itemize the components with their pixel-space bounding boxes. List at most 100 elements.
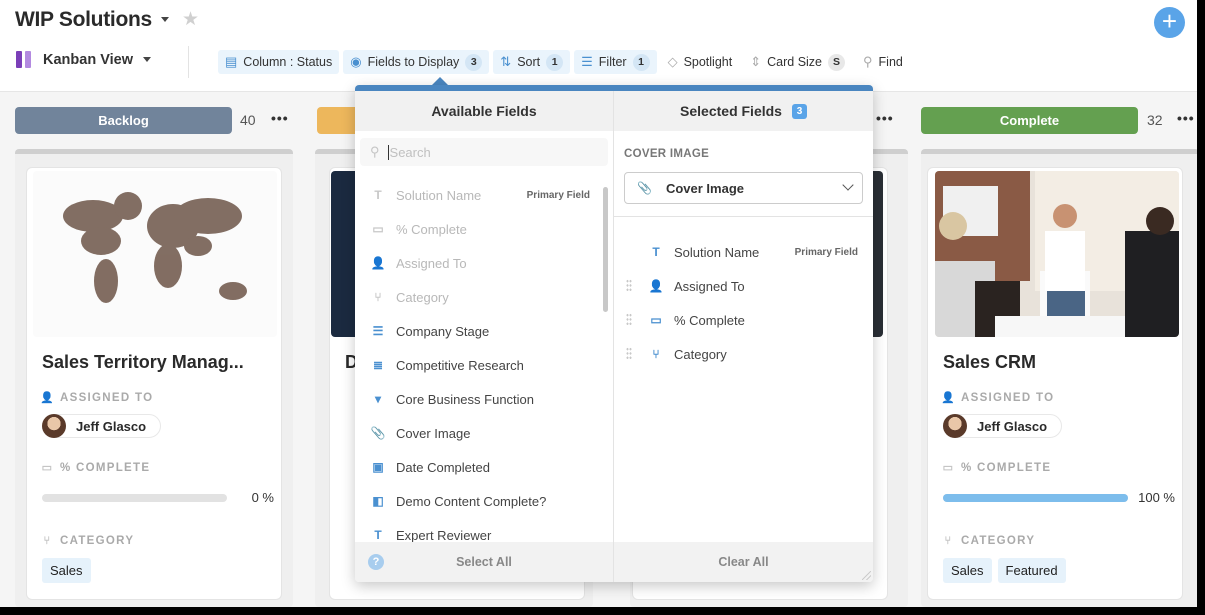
available-field-item[interactable]: ▣ Date Completed	[355, 450, 605, 484]
progress-icon: ▭	[41, 462, 54, 474]
filter-button[interactable]: ☰ Filter 1	[574, 50, 657, 74]
scrollbar[interactable]	[603, 187, 608, 312]
clear-all-label: Clear All	[718, 555, 769, 569]
category-field-icon: ⑂	[374, 290, 382, 304]
category-tag: Sales	[943, 558, 992, 583]
text-field-icon: T	[374, 188, 382, 202]
user-name: Jeff Glasco	[76, 418, 147, 434]
card-size-icon: ⇕	[750, 54, 762, 69]
progress-value: 100 %	[1138, 490, 1175, 505]
drag-handle-icon[interactable]	[626, 313, 632, 326]
view-switcher[interactable]: Kanban View	[16, 51, 151, 68]
progress-bar	[943, 494, 1128, 502]
card-size-button[interactable]: ⇕ Card Size S	[743, 50, 852, 74]
selected-field-item[interactable]: 👤 Assigned To	[614, 269, 873, 303]
selected-field-item[interactable]: ⑂ Category	[614, 337, 873, 371]
assigned-to-label: 👤 ASSIGNED TO	[941, 391, 1055, 405]
favorite-star-icon[interactable]: ★	[182, 8, 199, 31]
category-tag: Featured	[997, 558, 1066, 583]
user-icon: 👤	[40, 392, 55, 404]
available-field-item[interactable]: 📎 Cover Image	[355, 416, 605, 450]
category-field-icon: ⑂	[652, 347, 660, 361]
available-field-item[interactable]: ▾ Core Business Function	[355, 382, 605, 416]
field-label: Assigned To	[674, 278, 745, 294]
card-title: Sales CRM	[943, 352, 1037, 372]
available-field-item: ▭ % Complete	[355, 212, 605, 246]
progress-value: 0 %	[251, 490, 274, 505]
filter-count-badge: 1	[632, 53, 650, 71]
selected-count-badge: 3	[791, 103, 807, 119]
column-complete: Complete 32 ••• Sales CRM 👤 ASSIGNED TO …	[921, 92, 1197, 607]
card-size-label: Card Size	[767, 55, 823, 69]
column-more-icon[interactable]: •••	[271, 110, 289, 126]
field-search[interactable]: ⚲	[360, 138, 608, 166]
user-chip[interactable]: Jeff Glasco	[943, 414, 1063, 438]
select-all-button[interactable]: ? Select All	[355, 542, 613, 582]
assigned-label-text: ASSIGNED TO	[60, 391, 154, 404]
field-label: Company Stage	[396, 323, 490, 339]
search-icon: ⚲	[863, 54, 873, 69]
page-title[interactable]: WIP Solutions	[15, 8, 152, 32]
fields-to-display-popup: Available Fields ⚲ T Solution Name Primary…	[355, 85, 873, 582]
user-chip[interactable]: Jeff Glasco	[42, 414, 162, 438]
clear-all-button[interactable]: Clear All	[614, 542, 873, 582]
card-cover-image	[33, 171, 277, 337]
selected-fields-title: Selected Fields 3	[614, 91, 873, 131]
field-search-input[interactable]	[387, 144, 588, 160]
field-label: Assigned To	[396, 255, 467, 271]
category-label-text: CATEGORY	[961, 535, 1036, 547]
app-window: WIP Solutions ★ + Kanban View ▤ Column :…	[0, 0, 1197, 607]
spotlight-button[interactable]: ◇ Spotlight	[661, 50, 740, 74]
text-field-icon: T	[374, 528, 382, 542]
eye-icon: ◉	[350, 54, 362, 69]
fields-label: Fields to Display	[367, 55, 460, 69]
column-header[interactable]: Complete	[921, 107, 1138, 134]
add-record-button[interactable]: +	[1154, 7, 1185, 38]
user-field-icon: 👤	[370, 256, 386, 270]
column-count: 40	[240, 112, 256, 128]
column-status-button[interactable]: ▤ Column : Status	[218, 50, 340, 74]
selected-fields-pane: Selected Fields 3 COVER IMAGE 📎 Cover Im…	[614, 91, 873, 582]
field-label: Category	[674, 346, 727, 362]
kanban-card[interactable]: Sales CRM 👤 ASSIGNED TO Jeff Glasco ▭ % …	[927, 167, 1183, 600]
progress-icon: ▭	[942, 462, 955, 474]
fields-to-display-button[interactable]: ◉ Fields to Display 3	[343, 50, 490, 74]
category-icon: ⑂	[944, 535, 953, 547]
help-icon[interactable]: ?	[368, 554, 384, 570]
field-label: Category	[396, 289, 449, 305]
assigned-label-text: ASSIGNED TO	[961, 391, 1055, 404]
available-field-item: ⑂ Category	[355, 280, 605, 314]
column-header[interactable]: Backlog	[15, 107, 232, 134]
chevron-down-icon	[842, 179, 854, 191]
selected-field-item[interactable]: ▭ % Complete	[614, 303, 873, 337]
available-field-item[interactable]: ◧ Demo Content Complete?	[355, 484, 605, 518]
category-tags: Sales Featured	[943, 558, 1066, 583]
drag-handle-icon[interactable]	[626, 347, 632, 360]
selected-field-item[interactable]: T Solution Name Primary Field	[614, 235, 873, 269]
available-fields-title: Available Fields	[355, 91, 613, 131]
available-field-item[interactable]: ☰ Company Stage	[355, 314, 605, 348]
available-field-item[interactable]: ≣ Competitive Research	[355, 348, 605, 382]
resize-handle[interactable]	[862, 571, 871, 580]
primary-field-tag: Primary Field	[794, 246, 858, 258]
available-field-item: 👤 Assigned To	[355, 246, 605, 280]
paint-bucket-icon: ◇	[667, 54, 678, 69]
user-field-icon: 👤	[648, 279, 664, 293]
card-title: Sales Territory Manag...	[42, 352, 244, 372]
column-more-icon[interactable]: •••	[1177, 110, 1195, 126]
field-label: Demo Content Complete?	[396, 493, 547, 509]
kanban-card[interactable]: Sales Territory Manag... 👤 ASSIGNED TO J…	[26, 167, 282, 600]
paperclip-icon: 📎	[637, 181, 652, 195]
cover-image-select[interactable]: 📎 Cover Image	[624, 172, 863, 204]
available-fields-list: T Solution Name Primary Field ▭ % Complete 👤 A…	[355, 178, 605, 552]
sort-button[interactable]: ⇅ Sort 1	[493, 50, 571, 74]
filter-icon: ☰	[581, 54, 593, 69]
drag-handle-icon[interactable]	[626, 279, 632, 292]
cover-image-label: COVER IMAGE	[624, 148, 710, 160]
field-label: Date Completed	[396, 459, 490, 475]
column-more-icon[interactable]: •••	[876, 110, 894, 126]
cover-image-value: Cover Image	[665, 180, 744, 196]
title-dropdown-caret-icon[interactable]	[161, 17, 169, 22]
find-button[interactable]: ⚲ Find	[856, 50, 910, 74]
text-field-icon: T	[652, 245, 660, 259]
